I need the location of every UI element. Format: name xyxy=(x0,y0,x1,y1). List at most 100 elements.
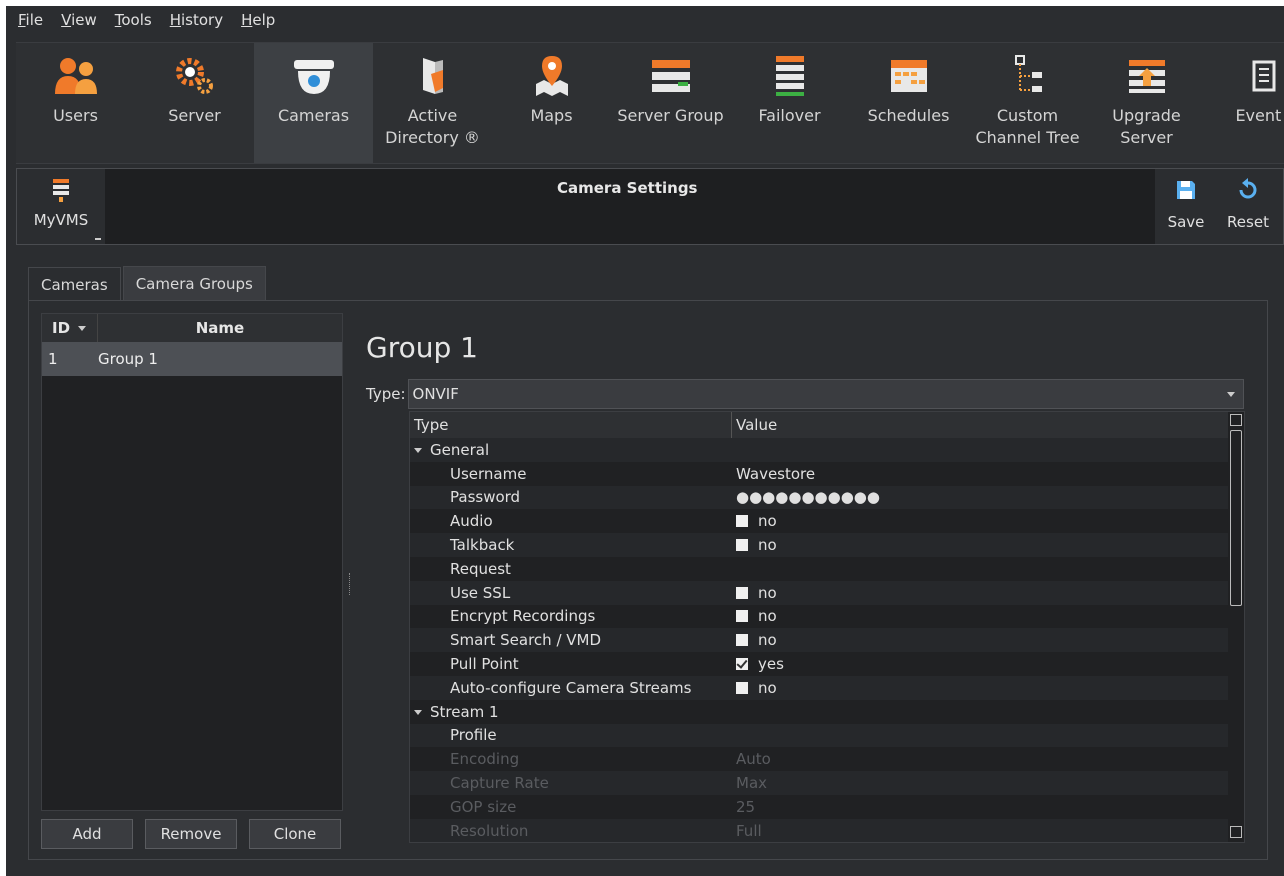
property-row[interactable]: GOP size 25 xyxy=(410,795,1228,819)
scroll-up-icon[interactable] xyxy=(1230,414,1242,426)
tab-cameras[interactable]: Cameras xyxy=(28,267,121,301)
value-column-header[interactable]: Value xyxy=(732,412,1244,438)
property-value[interactable]: no xyxy=(732,536,1228,554)
expand-triangle-icon[interactable] xyxy=(414,709,422,715)
toolbar-upgrade-server[interactable]: Upgrade Server xyxy=(1087,43,1206,163)
toolbar-failover-label: Failover xyxy=(758,106,821,125)
menu-help[interactable]: Help xyxy=(241,11,275,29)
checkbox[interactable] xyxy=(736,634,748,647)
property-value[interactable]: Max xyxy=(732,774,1228,792)
type-column-header[interactable]: Type xyxy=(410,412,732,438)
checkbox[interactable] xyxy=(736,539,748,552)
property-value[interactable]: ●●●●●●●●●●● xyxy=(732,488,1228,506)
property-row[interactable]: Encoding Auto xyxy=(410,747,1228,771)
property-value[interactable]: no xyxy=(732,512,1228,530)
property-section-row[interactable]: Stream 1 xyxy=(410,700,1228,724)
property-row[interactable]: Profile xyxy=(410,723,1228,748)
settings-header: MyVMS Camera Settings Save Reset xyxy=(16,168,1284,245)
toolbar-cameras[interactable]: Cameras xyxy=(254,43,373,163)
menu-tools[interactable]: Tools xyxy=(115,11,152,29)
expand-triangle-icon[interactable] xyxy=(414,447,422,453)
property-section-row[interactable]: General xyxy=(410,438,1228,462)
property-value[interactable]: no xyxy=(732,607,1228,625)
table-row[interactable]: 1 Group 1 xyxy=(42,342,342,376)
property-key: Stream 1 xyxy=(410,703,732,721)
property-row[interactable]: Talkback no xyxy=(410,533,1228,557)
property-key: Use SSL xyxy=(450,583,511,602)
property-row[interactable]: Pull Point yes xyxy=(410,652,1228,676)
property-row[interactable]: Capture Rate Max xyxy=(410,771,1228,795)
map-pin-icon xyxy=(528,51,576,101)
property-row[interactable]: Audio no xyxy=(410,509,1228,533)
toolbar-server[interactable]: Server xyxy=(135,43,254,163)
name-column-header[interactable]: Name xyxy=(98,314,342,342)
save-label: Save xyxy=(1167,213,1205,231)
toolbar-schedules[interactable]: Schedules xyxy=(849,43,968,163)
property-value[interactable]: Auto xyxy=(732,750,1228,768)
toolbar-maps[interactable]: Maps xyxy=(492,43,611,163)
reset-button[interactable]: Reset xyxy=(1217,169,1279,244)
property-row[interactable]: Username Wavestore xyxy=(410,462,1228,486)
property-row[interactable]: Password ●●●●●●●●●●● xyxy=(410,485,1228,510)
server-group-icon xyxy=(647,51,695,101)
id-column-header[interactable]: ID xyxy=(42,314,98,342)
tab-camera-groups[interactable]: Camera Groups xyxy=(122,266,266,301)
property-table-header: Type Value xyxy=(410,412,1244,438)
type-row: Type: ONVIF xyxy=(366,379,1244,409)
property-value[interactable]: yes xyxy=(732,655,1228,673)
property-row[interactable]: Encrypt Recordings no xyxy=(410,605,1228,629)
toolbar-upgrade-server-label: Upgrade Server xyxy=(1112,106,1181,147)
add-button[interactable]: Add xyxy=(41,819,133,849)
camera-groups-panel: ID Name 1 Group 1 Add Remove Clone Group… xyxy=(28,300,1268,860)
menu-history[interactable]: History xyxy=(170,11,223,29)
property-key: GOP size xyxy=(450,797,517,816)
toolbar-custom-channel-tree[interactable]: Custom Channel Tree xyxy=(968,43,1087,163)
menu-view[interactable]: View xyxy=(61,11,97,29)
checkbox[interactable] xyxy=(736,515,748,528)
property-row[interactable]: Use SSL no xyxy=(410,580,1228,605)
property-value[interactable]: no xyxy=(732,584,1228,602)
property-value[interactable]: Full xyxy=(732,822,1228,840)
property-value[interactable]: no xyxy=(732,631,1228,649)
reset-label: Reset xyxy=(1227,213,1269,231)
property-row[interactable]: Auto-configure Camera Streams no xyxy=(410,675,1228,700)
checkbox[interactable] xyxy=(736,586,748,599)
vertical-scrollbar[interactable] xyxy=(1228,412,1244,842)
toolbar-failover[interactable]: Failover xyxy=(730,43,849,163)
toolbar-users[interactable]: Users xyxy=(16,43,135,163)
menu-bar: File View Tools History Help xyxy=(6,6,1284,34)
property-row[interactable]: Smart Search / VMD no xyxy=(410,628,1228,653)
node-selector[interactable]: MyVMS xyxy=(17,169,105,244)
clone-button[interactable]: Clone xyxy=(249,819,341,849)
splitter-handle[interactable] xyxy=(349,573,351,595)
property-key: Encrypt Recordings xyxy=(450,607,596,626)
type-select-value: ONVIF xyxy=(412,385,459,403)
save-button[interactable]: Save xyxy=(1155,169,1217,244)
toolbar-active-directory[interactable]: Active Directory ® xyxy=(373,43,492,163)
property-row[interactable]: Resolution Full xyxy=(410,818,1228,842)
scroll-thumb[interactable] xyxy=(1230,430,1242,606)
property-key: Password xyxy=(450,488,521,507)
property-value[interactable]: no xyxy=(732,679,1228,697)
dropdown-caret-icon xyxy=(95,238,101,240)
menu-file[interactable]: File xyxy=(18,11,43,29)
type-select[interactable]: ONVIF xyxy=(407,379,1244,409)
checkbox[interactable] xyxy=(736,681,748,694)
scroll-down-icon[interactable] xyxy=(1230,826,1242,838)
chevron-down-icon xyxy=(1226,392,1235,397)
checkbox[interactable] xyxy=(736,610,748,623)
property-value[interactable]: Wavestore xyxy=(732,465,1228,483)
group-name-cell: Group 1 xyxy=(98,350,158,368)
toolbar-event-log[interactable]: Event F xyxy=(1206,43,1284,163)
checkbox[interactable] xyxy=(736,658,748,671)
property-key: Smart Search / VMD xyxy=(450,631,602,650)
group-title: Group 1 xyxy=(366,331,478,364)
upgrade-server-icon xyxy=(1123,51,1171,101)
toolbar-server-group[interactable]: Server Group xyxy=(611,43,730,163)
group-list-table: ID Name 1 Group 1 xyxy=(41,313,343,811)
remove-button[interactable]: Remove xyxy=(145,819,237,849)
property-key: Capture Rate xyxy=(450,774,549,793)
dome-camera-icon xyxy=(290,51,338,101)
property-value[interactable]: 25 xyxy=(732,798,1228,816)
property-row[interactable]: Request xyxy=(410,557,1228,581)
